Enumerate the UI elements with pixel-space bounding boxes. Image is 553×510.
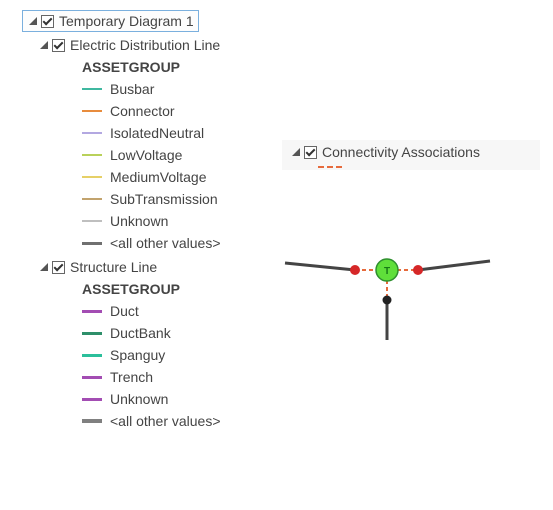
legend-label: Unknown [110,391,168,407]
legend-label: Connector [110,103,175,119]
legend-item: Connector [38,100,280,122]
line-swatch-icon [82,154,102,156]
legend-label: Duct [110,303,139,319]
legend-item: DuctBank [38,322,280,344]
line-swatch-icon [82,220,102,222]
collapse-arrow-icon[interactable] [27,15,39,27]
line-swatch-icon [82,242,102,245]
legend-item: Trench [38,366,280,388]
line-swatch-icon [82,354,102,357]
connectivity-checkbox[interactable] [304,146,317,159]
connectivity-swatch-icon [318,166,342,168]
legend-item: LowVoltage [38,144,280,166]
layer-label: Structure Line [70,259,157,275]
legend-label: DuctBank [110,325,171,341]
root-label: Temporary Diagram 1 [59,13,194,29]
legend-item: IsolatedNeutral [38,122,280,144]
legend-item: <all other values> [38,232,280,254]
line-swatch-icon [82,88,102,90]
legend-label: Trench [110,369,153,385]
root-node[interactable]: Temporary Diagram 1 [22,10,199,32]
legend-item: MediumVoltage [38,166,280,188]
connectivity-panel: Connectivity Associations [282,140,540,170]
svg-text:T: T [384,266,390,277]
legend-item: SubTransmission [38,188,280,210]
legend-label: IsolatedNeutral [110,125,204,141]
layer-checkbox[interactable] [52,39,65,52]
root-checkbox[interactable] [41,15,54,28]
legend-label: SubTransmission [110,191,218,207]
legend-label: MediumVoltage [110,169,207,185]
line-swatch-icon [82,419,102,423]
layer-node-structure[interactable]: Structure Line [38,256,280,278]
line-swatch-icon [82,176,102,178]
legend-item: Unknown [38,388,280,410]
legend-label: Spanguy [110,347,165,363]
group-heading: ASSETGROUP [38,278,280,300]
legend-label: Unknown [110,213,168,229]
group-heading: ASSETGROUP [38,56,280,78]
line-swatch-icon [82,332,102,335]
layer-label: Electric Distribution Line [70,37,220,53]
legend-label: <all other values> [110,235,221,251]
legend-item: Spanguy [38,344,280,366]
legend-label: <all other values> [110,413,221,429]
line-swatch-icon [82,198,102,200]
connectivity-node[interactable]: Connectivity Associations [288,142,534,162]
layer-node-electric[interactable]: Electric Distribution Line [38,34,280,56]
legend-label: Busbar [110,81,154,97]
legend-group-structure: Duct DuctBank Spanguy Trench Unknown <all oth… [38,300,280,432]
connectivity-label: Connectivity Associations [322,144,480,160]
legend-group-electric: Busbar Connector IsolatedNeutral LowVoltage… [38,78,280,254]
legend-label: LowVoltage [110,147,182,163]
layer-checkbox[interactable] [52,261,65,274]
collapse-arrow-icon[interactable] [38,39,50,51]
line-swatch-icon [82,398,102,401]
legend-item: <all other values> [38,410,280,432]
layer-tree: Temporary Diagram 1 Electric Distributio… [10,10,280,432]
line-swatch-icon [82,132,102,134]
collapse-arrow-icon[interactable] [290,146,302,158]
legend-item: Unknown [38,210,280,232]
collapse-arrow-icon[interactable] [38,261,50,273]
line-swatch-icon [82,376,102,379]
legend-item: Duct [38,300,280,322]
legend-item: Busbar [38,78,280,100]
line-swatch-icon [82,110,102,112]
line-swatch-icon [82,310,102,313]
network-diagram: T [280,230,510,340]
